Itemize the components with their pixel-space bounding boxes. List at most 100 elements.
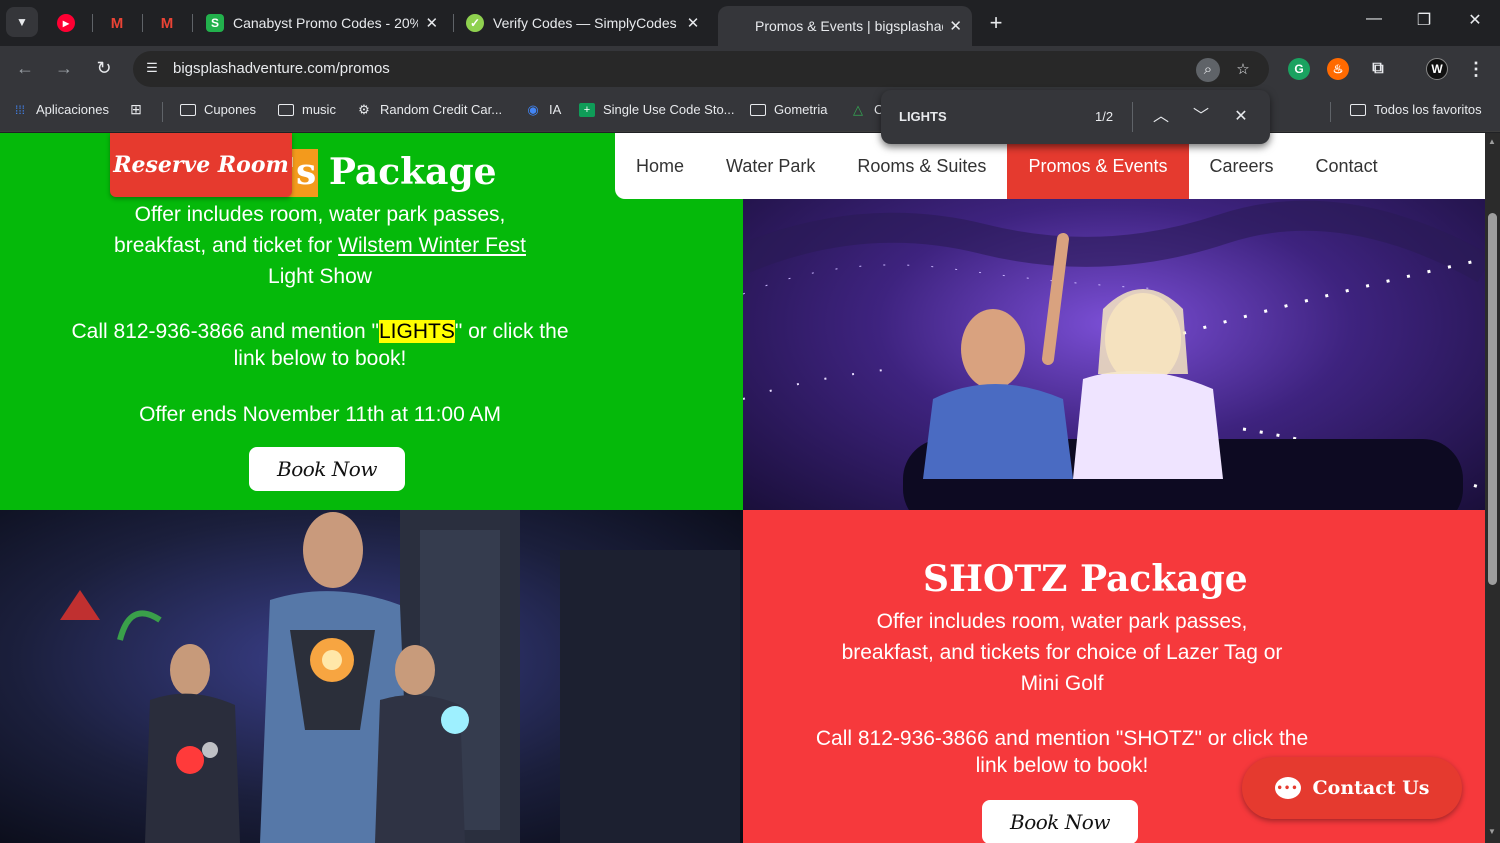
nav-water-park[interactable]: Water Park (705, 133, 836, 199)
laser-tag-photo (0, 510, 743, 843)
chevron-down-icon: ▼ (16, 15, 28, 29)
back-button[interactable]: ← (13, 58, 37, 79)
folder-icon (180, 103, 196, 117)
bookmark-gometria[interactable]: Gometria (750, 102, 827, 117)
winter-lights-illustration (743, 200, 1485, 510)
folder-icon (278, 103, 294, 117)
apps-grid-icon: ⁞⁞⁞ (14, 102, 25, 117)
sheets-icon: + (579, 102, 595, 117)
pinned-tab-gmail-2[interactable]: M (154, 10, 180, 36)
lens-icon[interactable]: ⌕ (1196, 58, 1220, 82)
promo-lights-ends: Offer ends November 11th at 11:00 AM (139, 403, 501, 426)
reload-button[interactable]: ↻ (92, 58, 116, 79)
tab-strip: ▼ ▶ M M S Canabyst Promo Codes - 20% O ✕… (0, 0, 1500, 46)
bookmark-music[interactable]: music (278, 102, 336, 117)
nav-home[interactable]: Home (615, 133, 705, 199)
chat-bubble-icon: ••• (1274, 777, 1301, 799)
bookmark-label: Aplicaciones (36, 102, 109, 117)
close-window-button[interactable]: ✕ (1460, 10, 1490, 30)
bookmark-star-icon[interactable]: ☆ (1231, 58, 1255, 82)
profile-avatar[interactable]: W (1426, 58, 1448, 80)
promo-shotz-description: Offer includes room, water park passes, … (743, 606, 1381, 699)
bookmark-cupones[interactable]: Cupones (180, 102, 256, 117)
arrow-right-icon: → (55, 58, 73, 78)
bookmark-c[interactable]: △ C (850, 101, 883, 118)
triangle-icon: △ (853, 101, 863, 117)
tab-promos-events[interactable]: Promos & Events | bigsplashadventure.com… (718, 6, 972, 46)
youtube-music-icon: ▶ (57, 14, 75, 32)
find-highlight: LIGHTS (378, 320, 455, 343)
promo-lights-description: Offer includes room, water park passes, … (0, 199, 640, 292)
url-text[interactable]: bigsplashadventure.com/promos (173, 60, 390, 77)
browser-toolbar: ← → ↻ ☰ bigsplashadventure.com/promos ⌕ … (0, 46, 1500, 92)
find-bar: LIGHTS 1/2 ︿ ﹀ ✕ (881, 90, 1270, 144)
find-previous-button[interactable]: ︿ (1149, 105, 1173, 129)
chevron-down-icon: ﹀ (1192, 108, 1209, 125)
desc-line: breakfast, and tickets for choice of Laz… (841, 641, 1283, 664)
close-icon[interactable]: ✕ (949, 17, 962, 35)
find-close-button[interactable]: ✕ (1229, 105, 1253, 129)
grid-icon: ⊞ (130, 100, 142, 117)
bookmark-label: Cupones (204, 102, 257, 117)
desc-line: breakfast, and ticket for Wilstem Winter… (0, 230, 640, 261)
folder-icon (750, 103, 766, 117)
extension-grammarly-icon[interactable]: G (1288, 58, 1310, 80)
scroll-down-icon[interactable]: ▼ (1488, 827, 1496, 836)
scroll-up-icon[interactable]: ▲ (1488, 137, 1496, 146)
pinned-tab-gmail-1[interactable]: M (104, 10, 130, 36)
bookmark-random-credit-card[interactable]: ⚙ Random Credit Car... (356, 101, 503, 118)
address-bar[interactable]: ☰ bigsplashadventure.com/promos ⌕ ☆ (133, 51, 1269, 87)
tab-title: Promos & Events | bigsplashadventure.com (755, 18, 944, 34)
bookmark-aplicaciones[interactable]: ⁞⁞⁞ Aplicaciones (12, 102, 109, 117)
gear-icon: ⚙ (358, 101, 370, 117)
desc-text: breakfast, and ticket for (114, 234, 339, 257)
restore-button[interactable]: ❐ (1409, 10, 1439, 30)
extensions-puzzle-icon[interactable]: ⧉ (1367, 58, 1389, 80)
arrow-left-icon: ← (16, 58, 34, 78)
folder-icon (1350, 103, 1366, 117)
bookmark-all-favorites[interactable]: Todos los favoritos (1350, 102, 1482, 117)
nav-contact[interactable]: Contact (1295, 133, 1399, 199)
desc-line: Offer includes room, water park passes, (876, 610, 1248, 633)
new-tab-button[interactable]: + (984, 10, 1008, 36)
site-favicon-icon (728, 17, 746, 35)
gmail-icon: M (160, 14, 174, 32)
bookmark-tab-groups[interactable]: ⊞ (128, 100, 152, 117)
pinned-tab-youtube-music[interactable]: ▶ (53, 10, 79, 36)
close-icon[interactable]: ✕ (684, 14, 702, 32)
minimize-button[interactable]: — (1359, 10, 1389, 28)
promo-shotz-title: SHOTZ Package (923, 558, 1248, 600)
bookmark-label: Random Credit Car... (380, 102, 503, 117)
menu-kebab-icon[interactable]: ⋮ (1465, 58, 1487, 80)
scrollbar-thumb[interactable] (1488, 213, 1497, 585)
check-icon: ✓ (466, 14, 484, 32)
desc-line: Light Show (268, 265, 372, 288)
call-line: Call 812-936-3866 and mention "SHOTZ" or… (815, 727, 1309, 750)
bookmark-label: IA (549, 102, 562, 117)
tab-verify-codes[interactable]: ✓ Verify Codes — SimplyCodes ✕ (456, 6, 712, 40)
winter-lights-photo (743, 199, 1485, 510)
find-next-button[interactable]: ﹀ (1189, 105, 1213, 129)
contact-us-button[interactable]: ••• Contact Us (1242, 757, 1462, 819)
find-count: 1/2 (1095, 109, 1114, 124)
desc-line: Mini Golf (1020, 672, 1104, 695)
book-now-button-shotz[interactable]: Book Now (982, 800, 1138, 843)
site-info-icon[interactable]: ☰ (143, 60, 161, 78)
forward-button[interactable]: → (52, 58, 76, 79)
call-line: link below to book! (233, 347, 407, 370)
call-text: Call 812-936-3866 and mention " (71, 320, 379, 343)
extension-fire-icon[interactable]: ♨ (1327, 58, 1349, 80)
tab-canabyst[interactable]: S Canabyst Promo Codes - 20% O ✕ (196, 6, 450, 40)
reserve-room-button[interactable]: Reserve Room (110, 133, 292, 197)
wilstem-winter-fest-link[interactable]: Wilstem Winter Fest (338, 234, 526, 257)
promo-lights-title: 's Package (285, 151, 497, 193)
find-input[interactable]: LIGHTS (899, 109, 947, 124)
bookmark-single-use-code[interactable]: + Single Use Code Sto... (579, 102, 735, 117)
bookmarks-bar: ⁞⁞⁞ Aplicaciones ⊞ Cupones music ⚙ Rando… (0, 92, 1500, 132)
book-now-button-lights[interactable]: Book Now (249, 447, 405, 491)
bookmark-label: Single Use Code Sto... (603, 102, 735, 117)
bookmark-ia[interactable]: ◉ IA (525, 102, 562, 118)
tab-search-button[interactable]: ▼ (6, 7, 38, 37)
close-icon[interactable]: ✕ (424, 14, 440, 32)
page-scrollbar[interactable]: ▲ ▼ (1485, 133, 1500, 843)
